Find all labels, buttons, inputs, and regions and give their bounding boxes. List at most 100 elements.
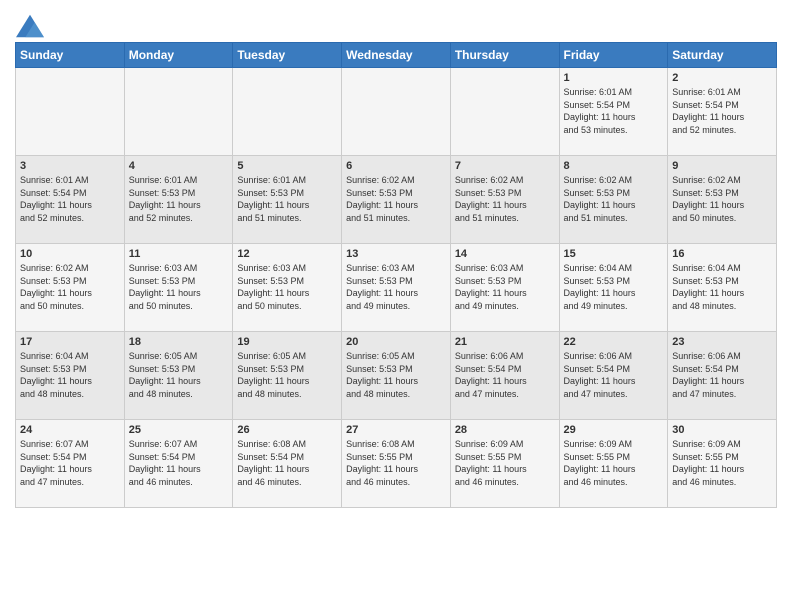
day-number: 24	[20, 424, 120, 436]
calendar-cell: 8 Sunrise: 6:02 AM Sunset: 5:53 PM Daylig…	[559, 156, 668, 244]
day-number: 5	[237, 160, 337, 172]
day-info: Sunrise: 6:02 AM Sunset: 5:53 PM Dayligh…	[455, 174, 555, 224]
day-number: 17	[20, 336, 120, 348]
calendar-cell: 24 Sunrise: 6:07 AM Sunset: 5:54 PM Dayli…	[16, 420, 125, 508]
day-info: Sunrise: 6:02 AM Sunset: 5:53 PM Dayligh…	[346, 174, 446, 224]
calendar-cell	[450, 68, 559, 156]
logo	[15, 14, 44, 36]
day-info: Sunrise: 6:09 AM Sunset: 5:55 PM Dayligh…	[564, 438, 664, 488]
calendar-cell: 14 Sunrise: 6:03 AM Sunset: 5:53 PM Dayli…	[450, 244, 559, 332]
calendar-cell: 18 Sunrise: 6:05 AM Sunset: 5:53 PM Dayli…	[124, 332, 233, 420]
day-number: 29	[564, 424, 664, 436]
day-info: Sunrise: 6:03 AM Sunset: 5:53 PM Dayligh…	[129, 262, 229, 312]
calendar-table: SundayMondayTuesdayWednesdayThursdayFrid…	[15, 42, 777, 508]
logo-text	[15, 14, 44, 38]
logo-icon	[16, 14, 44, 38]
calendar-cell: 26 Sunrise: 6:08 AM Sunset: 5:54 PM Dayli…	[233, 420, 342, 508]
day-info: Sunrise: 6:02 AM Sunset: 5:53 PM Dayligh…	[20, 262, 120, 312]
day-number: 22	[564, 336, 664, 348]
day-number: 27	[346, 424, 446, 436]
day-number: 15	[564, 248, 664, 260]
header	[15, 10, 777, 36]
weekday-header-monday: Monday	[124, 43, 233, 68]
day-number: 8	[564, 160, 664, 172]
calendar-cell: 27 Sunrise: 6:08 AM Sunset: 5:55 PM Dayli…	[342, 420, 451, 508]
calendar-cell: 1Sunrise: 6:01 AM Sunset: 5:54 PM Daylig…	[559, 68, 668, 156]
day-info: Sunrise: 6:09 AM Sunset: 5:55 PM Dayligh…	[455, 438, 555, 488]
day-number: 2	[672, 72, 772, 84]
calendar-cell: 7Sunrise: 6:02 AM Sunset: 5:53 PM Daylig…	[450, 156, 559, 244]
day-info: Sunrise: 6:01 AM Sunset: 5:53 PM Dayligh…	[237, 174, 337, 224]
day-info: Sunrise: 6:03 AM Sunset: 5:53 PM Dayligh…	[455, 262, 555, 312]
weekday-header-tuesday: Tuesday	[233, 43, 342, 68]
calendar-cell: 19 Sunrise: 6:05 AM Sunset: 5:53 PM Dayli…	[233, 332, 342, 420]
day-info: Sunrise: 6:08 AM Sunset: 5:55 PM Dayligh…	[346, 438, 446, 488]
calendar-cell: 22 Sunrise: 6:06 AM Sunset: 5:54 PM Dayli…	[559, 332, 668, 420]
day-number: 4	[129, 160, 229, 172]
day-info: Sunrise: 6:04 AM Sunset: 5:53 PM Dayligh…	[20, 350, 120, 400]
day-number: 14	[455, 248, 555, 260]
day-number: 11	[129, 248, 229, 260]
calendar-cell: 11 Sunrise: 6:03 AM Sunset: 5:53 PM Dayli…	[124, 244, 233, 332]
day-info: Sunrise: 6:05 AM Sunset: 5:53 PM Dayligh…	[129, 350, 229, 400]
calendar-cell: 13Sunrise: 6:03 AM Sunset: 5:53 PM Dayli…	[342, 244, 451, 332]
day-info: Sunrise: 6:03 AM Sunset: 5:53 PM Dayligh…	[346, 262, 446, 312]
calendar-cell: 2 Sunrise: 6:01 AM Sunset: 5:54 PM Daylig…	[668, 68, 777, 156]
weekday-header-wednesday: Wednesday	[342, 43, 451, 68]
calendar-cell: 3 Sunrise: 6:01 AM Sunset: 5:54 PM Daylig…	[16, 156, 125, 244]
day-number: 10	[20, 248, 120, 260]
calendar-cell: 29 Sunrise: 6:09 AM Sunset: 5:55 PM Dayli…	[559, 420, 668, 508]
calendar-cell: 23Sunrise: 6:06 AM Sunset: 5:54 PM Dayli…	[668, 332, 777, 420]
day-info: Sunrise: 6:07 AM Sunset: 5:54 PM Dayligh…	[129, 438, 229, 488]
day-info: Sunrise: 6:07 AM Sunset: 5:54 PM Dayligh…	[20, 438, 120, 488]
day-info: Sunrise: 6:02 AM Sunset: 5:53 PM Dayligh…	[564, 174, 664, 224]
day-number: 9	[672, 160, 772, 172]
weekday-header-saturday: Saturday	[668, 43, 777, 68]
day-info: Sunrise: 6:08 AM Sunset: 5:54 PM Dayligh…	[237, 438, 337, 488]
calendar-cell: 6 Sunrise: 6:02 AM Sunset: 5:53 PM Daylig…	[342, 156, 451, 244]
day-info: Sunrise: 6:03 AM Sunset: 5:53 PM Dayligh…	[237, 262, 337, 312]
day-info: Sunrise: 6:05 AM Sunset: 5:53 PM Dayligh…	[237, 350, 337, 400]
calendar-cell: 16Sunrise: 6:04 AM Sunset: 5:53 PM Dayli…	[668, 244, 777, 332]
day-number: 12	[237, 248, 337, 260]
calendar-cell	[342, 68, 451, 156]
day-number: 28	[455, 424, 555, 436]
calendar-week-row: 17 Sunrise: 6:04 AM Sunset: 5:53 PM Dayli…	[16, 332, 777, 420]
day-number: 20	[346, 336, 446, 348]
calendar-cell: 25 Sunrise: 6:07 AM Sunset: 5:54 PM Dayli…	[124, 420, 233, 508]
day-number: 6	[346, 160, 446, 172]
calendar-cell: 9 Sunrise: 6:02 AM Sunset: 5:53 PM Daylig…	[668, 156, 777, 244]
calendar-cell: 17 Sunrise: 6:04 AM Sunset: 5:53 PM Dayli…	[16, 332, 125, 420]
day-info: Sunrise: 6:01 AM Sunset: 5:54 PM Dayligh…	[564, 86, 664, 136]
calendar-cell: 4Sunrise: 6:01 AM Sunset: 5:53 PM Daylig…	[124, 156, 233, 244]
day-number: 25	[129, 424, 229, 436]
calendar-week-row: 24 Sunrise: 6:07 AM Sunset: 5:54 PM Dayli…	[16, 420, 777, 508]
weekday-header-row: SundayMondayTuesdayWednesdayThursdayFrid…	[16, 43, 777, 68]
day-info: Sunrise: 6:04 AM Sunset: 5:53 PM Dayligh…	[564, 262, 664, 312]
calendar-week-row: 1Sunrise: 6:01 AM Sunset: 5:54 PM Daylig…	[16, 68, 777, 156]
calendar-cell: 5 Sunrise: 6:01 AM Sunset: 5:53 PM Daylig…	[233, 156, 342, 244]
day-info: Sunrise: 6:09 AM Sunset: 5:55 PM Dayligh…	[672, 438, 772, 488]
day-info: Sunrise: 6:06 AM Sunset: 5:54 PM Dayligh…	[564, 350, 664, 400]
day-number: 19	[237, 336, 337, 348]
calendar-cell	[233, 68, 342, 156]
day-info: Sunrise: 6:06 AM Sunset: 5:54 PM Dayligh…	[672, 350, 772, 400]
calendar-week-row: 10 Sunrise: 6:02 AM Sunset: 5:53 PM Dayli…	[16, 244, 777, 332]
day-info: Sunrise: 6:06 AM Sunset: 5:54 PM Dayligh…	[455, 350, 555, 400]
day-info: Sunrise: 6:02 AM Sunset: 5:53 PM Dayligh…	[672, 174, 772, 224]
weekday-header-friday: Friday	[559, 43, 668, 68]
day-info: Sunrise: 6:01 AM Sunset: 5:54 PM Dayligh…	[20, 174, 120, 224]
calendar-cell: 10 Sunrise: 6:02 AM Sunset: 5:53 PM Dayli…	[16, 244, 125, 332]
calendar-cell	[16, 68, 125, 156]
calendar-header: SundayMondayTuesdayWednesdayThursdayFrid…	[16, 43, 777, 68]
calendar-body: 1Sunrise: 6:01 AM Sunset: 5:54 PM Daylig…	[16, 68, 777, 508]
day-number: 3	[20, 160, 120, 172]
day-number: 18	[129, 336, 229, 348]
calendar-cell: 15 Sunrise: 6:04 AM Sunset: 5:53 PM Dayli…	[559, 244, 668, 332]
calendar-cell: 30Sunrise: 6:09 AM Sunset: 5:55 PM Dayli…	[668, 420, 777, 508]
day-info: Sunrise: 6:01 AM Sunset: 5:54 PM Dayligh…	[672, 86, 772, 136]
day-number: 26	[237, 424, 337, 436]
day-number: 21	[455, 336, 555, 348]
calendar-cell: 12 Sunrise: 6:03 AM Sunset: 5:53 PM Dayli…	[233, 244, 342, 332]
calendar-cell: 28 Sunrise: 6:09 AM Sunset: 5:55 PM Dayli…	[450, 420, 559, 508]
